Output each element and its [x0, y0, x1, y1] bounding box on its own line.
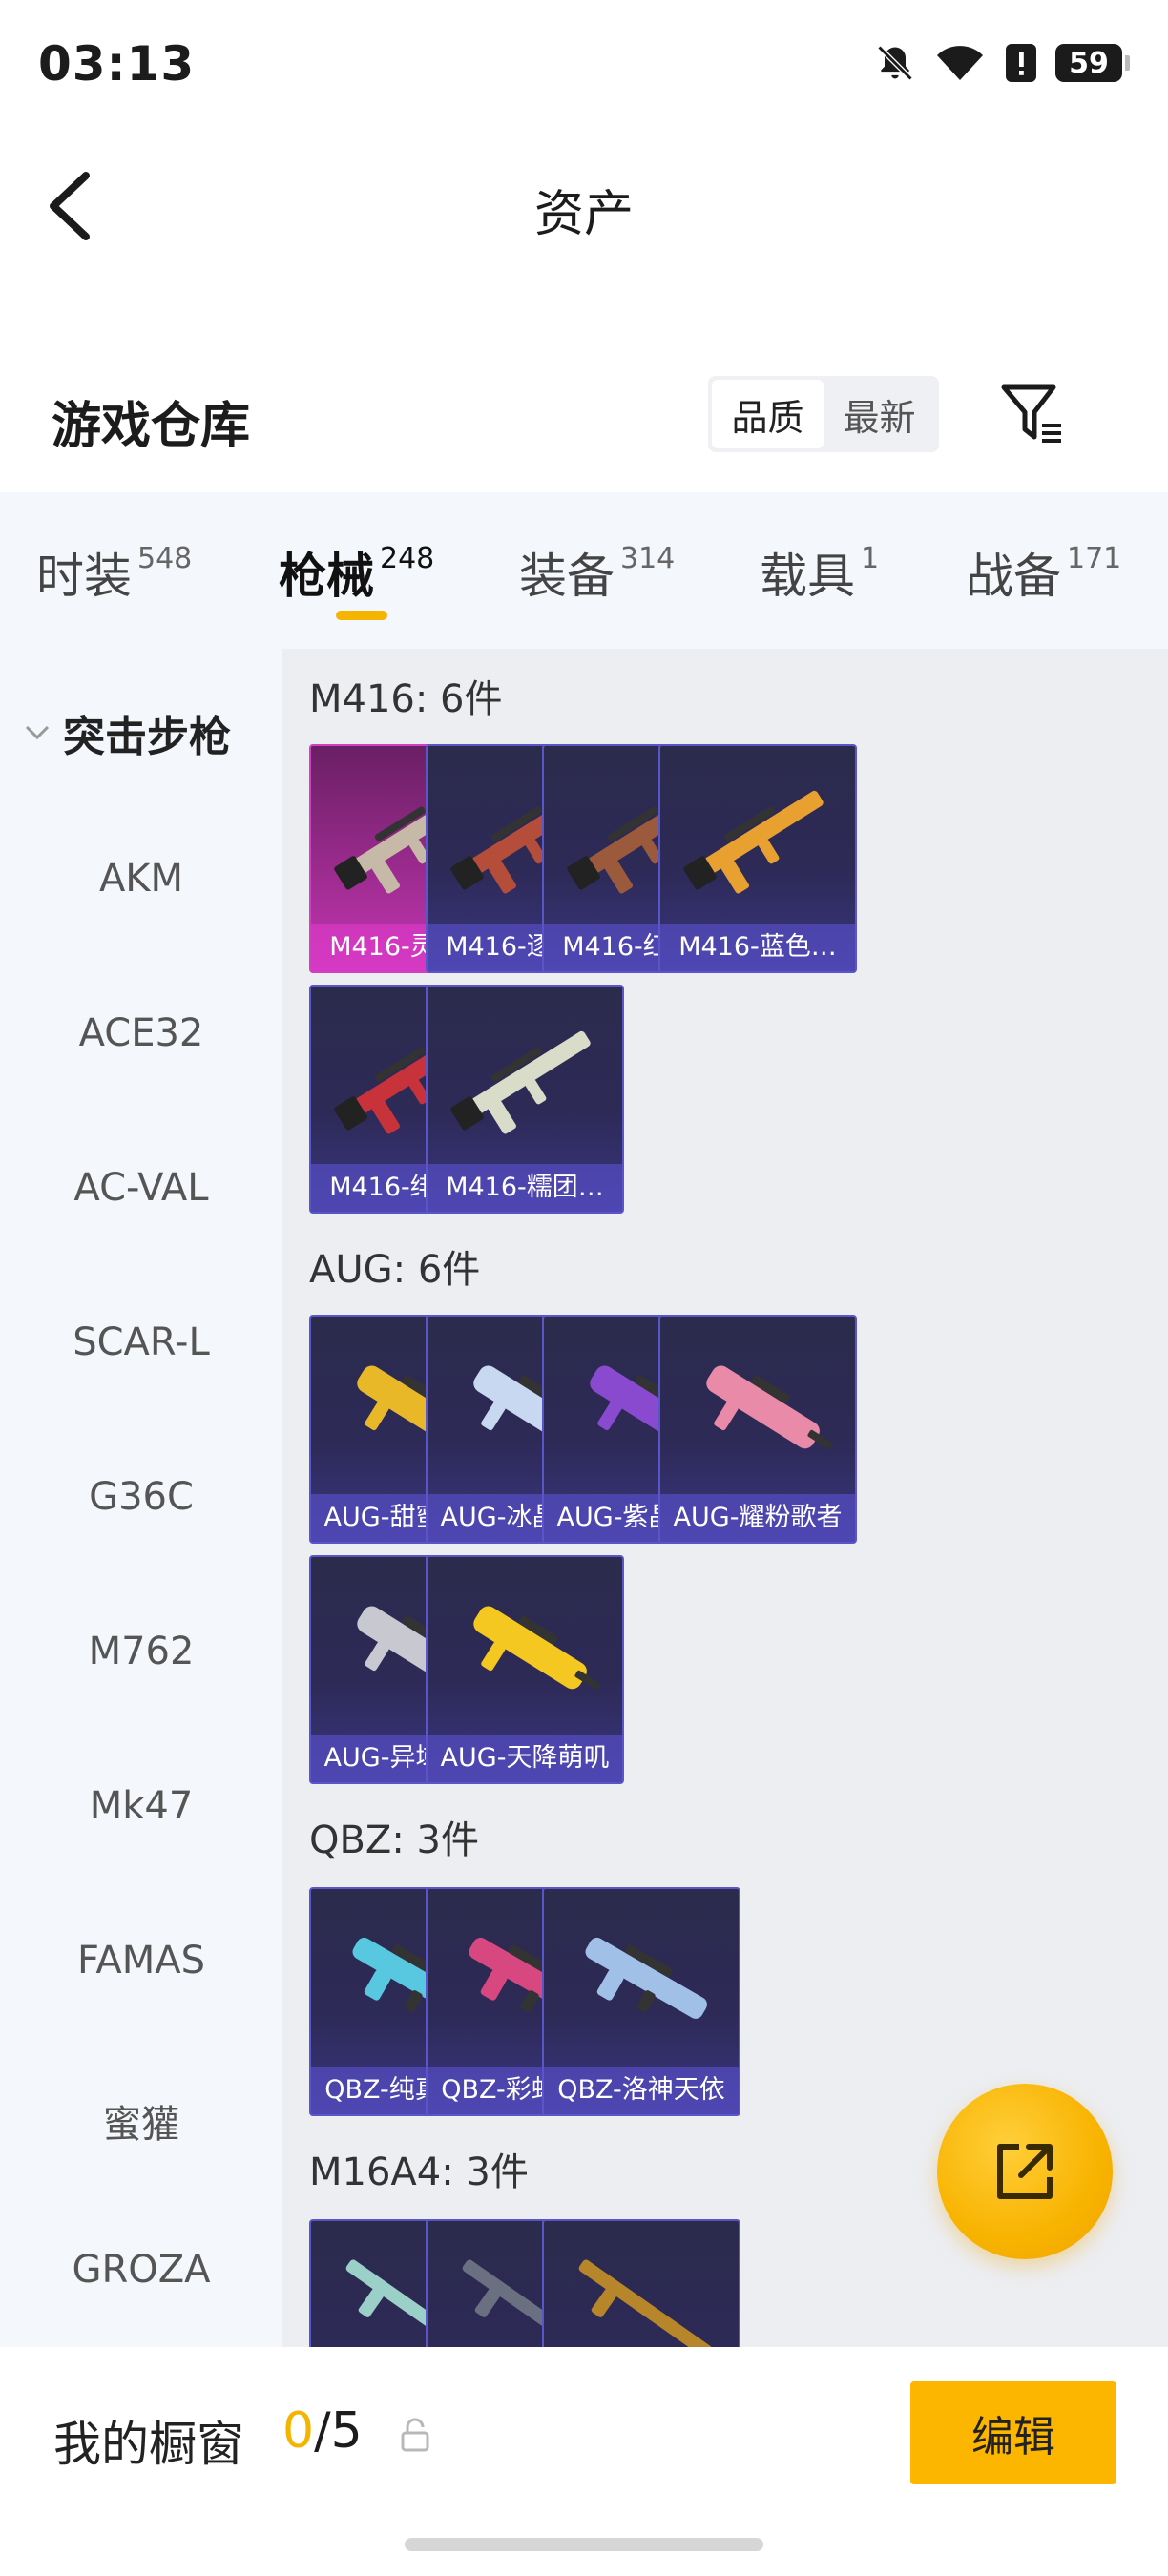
sort-toggle: 品质 最新 — [708, 376, 939, 452]
status-icons: 59 — [874, 42, 1130, 84]
lock-icon — [401, 2418, 429, 2452]
skin-card[interactable]: QBZ-洛神天依 — [542, 1887, 740, 2116]
skin-name: M416-糯团… — [428, 1164, 622, 1212]
tab-count: 171 — [1067, 542, 1122, 575]
skin-card[interactable]: AUG-天降萌叽 — [426, 1555, 624, 1784]
tab-label: 枪械 — [279, 549, 374, 604]
tab-count: 1 — [861, 542, 880, 575]
page-title: 资产 — [533, 186, 634, 243]
rifle-icon — [683, 790, 824, 894]
showcase-label: 我的橱窗 — [53, 2417, 244, 2472]
battery-icon: 59 — [1055, 44, 1130, 82]
showcase-bar: 我的橱窗 0/5 编辑 — [0, 2347, 1168, 2576]
tab-count: 314 — [620, 542, 676, 575]
rifle-icon — [706, 1365, 833, 1449]
alert-icon — [1006, 44, 1036, 82]
sidebar-item-scar-l[interactable]: SCAR-L — [0, 1320, 282, 1364]
sidebar-item-mk47[interactable]: Mk47 — [0, 1784, 282, 1828]
home-indicator[interactable] — [405, 2538, 763, 2551]
showcase-count: 0/5 — [282, 2402, 363, 2460]
filter-icon[interactable] — [998, 380, 1067, 448]
rifle-icon — [473, 1606, 600, 1690]
warehouse-title: 游戏仓库 — [52, 398, 251, 455]
tab-label: 时装 — [36, 549, 132, 604]
skin-name: AUG-天降萌叽 — [428, 1735, 622, 1782]
tab-label: 装备 — [519, 549, 615, 604]
tab-count: 248 — [380, 542, 435, 575]
wifi-icon — [937, 46, 983, 80]
section-title: M16A4: 3件 — [309, 2150, 529, 2194]
skin-card[interactable]: M416-蓝色… — [658, 744, 857, 973]
section-title: QBZ: 3件 — [309, 1818, 479, 1862]
battery-level: 59 — [1055, 44, 1122, 82]
sidebar-item-akm[interactable]: AKM — [0, 857, 282, 901]
tab-fashion[interactable]: 时装 548 — [36, 538, 192, 607]
rifle-icon — [585, 1937, 707, 2019]
tab-vehicles[interactable]: 载具 1 — [760, 538, 879, 607]
tab-supplies[interactable]: 战备 171 — [966, 538, 1121, 607]
tab-count: 548 — [137, 542, 193, 575]
nav-bar: 资产 — [0, 134, 1168, 277]
tab-label: 战备 — [966, 549, 1061, 604]
sidebar-group-assault-rifles[interactable]: 突击步枪 — [23, 702, 231, 763]
sidebar-item-g36c[interactable]: G36C — [0, 1475, 282, 1519]
chevron-down-icon — [25, 725, 50, 740]
sidebar-group-label: 突击步枪 — [63, 713, 231, 761]
category-tabs: 时装 548 枪械 248 装备 314 载具 1 战备 171 — [0, 492, 1168, 649]
active-tab-indicator — [336, 611, 387, 620]
sidebar-item-m762[interactable]: M762 — [0, 1630, 282, 1673]
status-bar: 03:13 59 — [0, 0, 1168, 134]
sidebar-item-ac-val[interactable]: AC-VAL — [0, 1166, 282, 1210]
sidebar-item-ace32[interactable]: ACE32 — [0, 1011, 282, 1055]
showcase-total: /5 — [314, 2402, 363, 2460]
rifle-icon — [450, 1030, 591, 1134]
rifle-icon — [578, 2259, 712, 2347]
skin-card[interactable] — [542, 2219, 740, 2347]
sort-newest-button[interactable]: 最新 — [824, 380, 935, 448]
sidebar-item-groza[interactable]: GROZA — [0, 2248, 282, 2292]
warehouse-header: 游戏仓库 品质 最新 — [0, 363, 1168, 477]
section-title: M416: 6件 — [309, 677, 503, 721]
share-button[interactable] — [937, 2084, 1113, 2259]
sort-quality-button[interactable]: 品质 — [712, 380, 824, 448]
skin-card[interactable]: M416-糯团… — [426, 985, 624, 1214]
weapon-type-sidebar: 突击步枪 AKM ACE32 AC-VAL SCAR-L G36C M762 M… — [0, 649, 282, 2347]
mute-bell-icon — [877, 45, 913, 81]
tab-label: 载具 — [760, 549, 855, 604]
tab-equipment[interactable]: 装备 314 — [519, 538, 675, 607]
showcase-current: 0 — [282, 2402, 315, 2460]
share-icon — [997, 2144, 1053, 2199]
skin-name: QBZ-洛神天依 — [544, 2067, 739, 2114]
edit-button[interactable]: 编辑 — [910, 2381, 1116, 2484]
skin-name: AUG-耀粉歌者 — [660, 1494, 855, 1542]
tab-guns[interactable]: 枪械 248 — [279, 538, 434, 607]
skin-name: M416-蓝色… — [660, 924, 855, 971]
section-title: AUG: 6件 — [309, 1248, 481, 1292]
sidebar-item-honey-badger[interactable]: 蜜獾 — [0, 2093, 282, 2149]
clock: 03:13 — [38, 36, 196, 92]
sidebar-item-famas[interactable]: FAMAS — [0, 1939, 282, 1983]
skin-card[interactable]: AUG-耀粉歌者 — [658, 1315, 857, 1544]
